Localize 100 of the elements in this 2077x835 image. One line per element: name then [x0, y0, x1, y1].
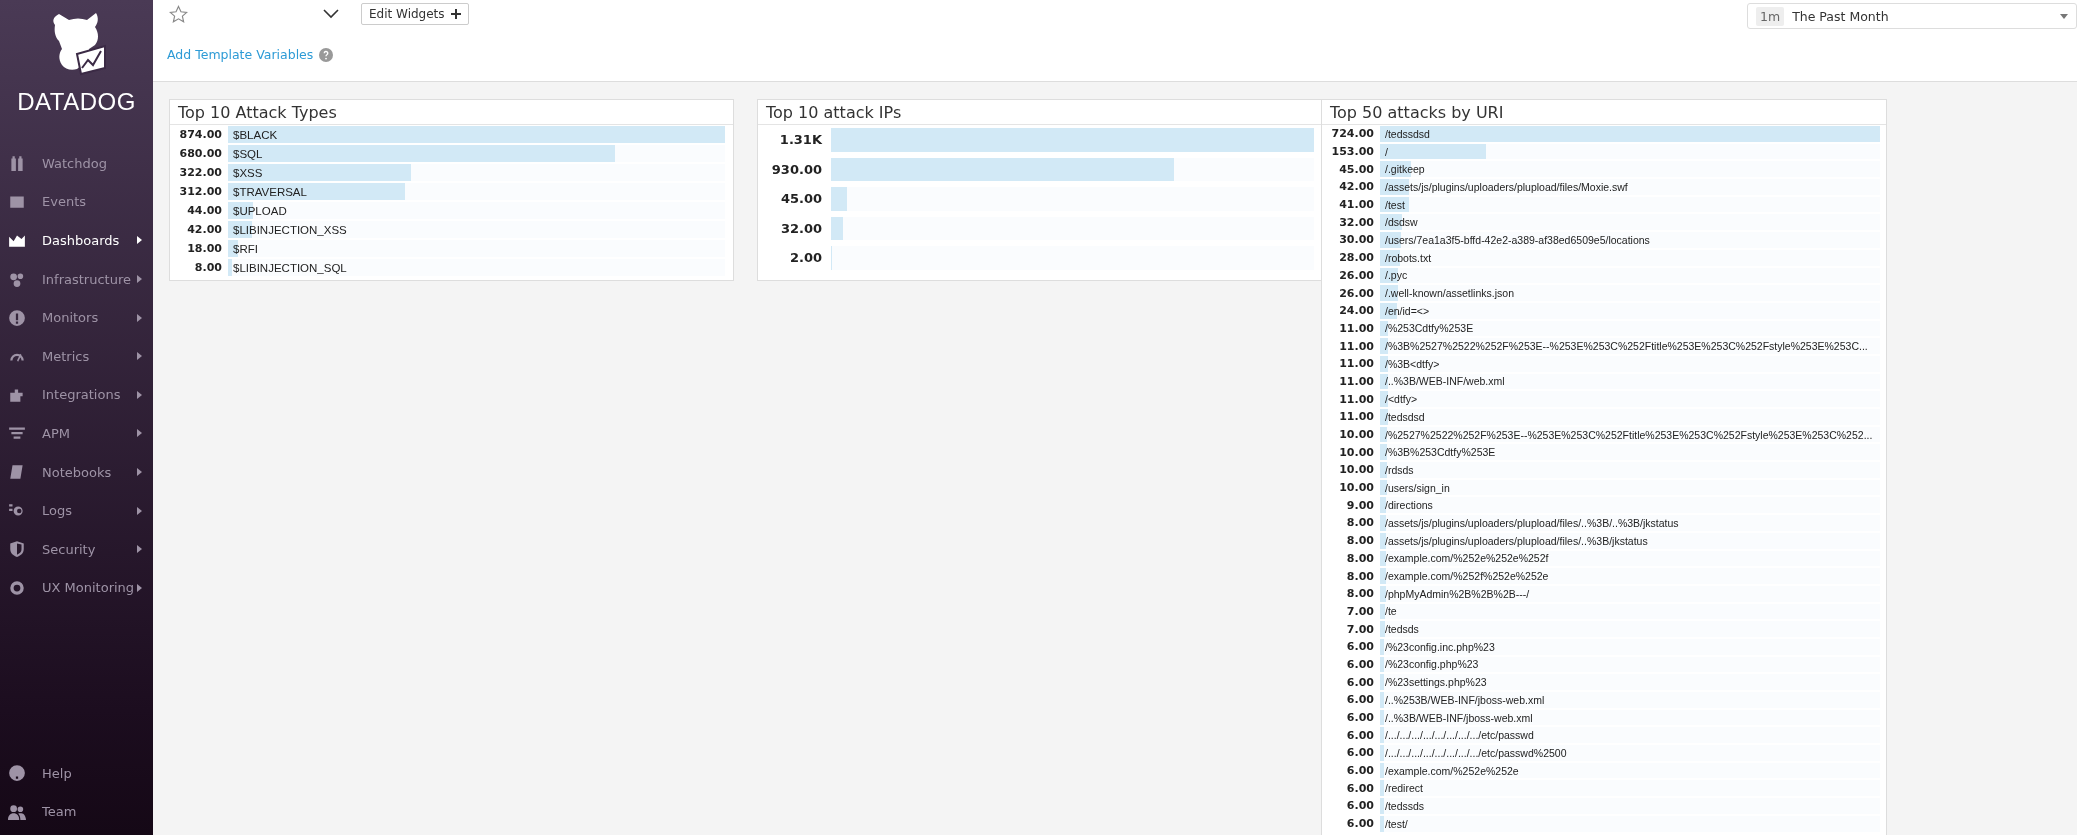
nav-item[interactable]: Help	[0, 753, 153, 793]
caret-right-icon	[137, 390, 143, 399]
value-label: 8.00	[1345, 516, 1375, 530]
plus-icon	[450, 9, 461, 19]
nav-item[interactable]: UX Monitoring	[0, 568, 153, 608]
help-icon[interactable]	[319, 47, 334, 62]
row-label: /%3B<dtfy>	[1384, 357, 1440, 370]
row-label: /users/sign_in	[1384, 481, 1450, 494]
value-label: 8.00	[1345, 587, 1375, 601]
value-label: 930.00	[770, 161, 823, 177]
value-label: 322.00	[178, 166, 223, 179]
value-label: 6.00	[1345, 675, 1375, 689]
row-label: $LIBINJECTION_XSS	[232, 223, 347, 236]
caret-right-icon	[137, 468, 143, 477]
star-icon[interactable]	[169, 4, 188, 24]
row-label: /example.com/%252f%252e%252e	[1384, 570, 1549, 583]
row-label: /%3B%253Cdtfy%253E	[1384, 446, 1496, 459]
row-label: /dsdsw	[1384, 216, 1418, 229]
row-label: $SQL	[232, 147, 263, 160]
row-label: $LIBINJECTION_SQL	[232, 261, 347, 274]
row-label: /%23config.inc.php%23	[1384, 640, 1495, 653]
caret-right-icon	[137, 275, 143, 284]
nav-item[interactable]: Notebooks	[0, 452, 153, 492]
row-label: /..%253B/WEB-INF/jboss-web.xml	[1384, 693, 1545, 706]
nav-item[interactable]: Watchdog	[0, 144, 153, 183]
edit-widgets-button[interactable]: Edit Widgets	[361, 3, 469, 25]
row-label: /assets/js/plugins/uploaders/plupload/files/..%3B/jkstatus	[1384, 534, 1648, 547]
nav-item[interactable]: Events	[0, 182, 153, 222]
value-label: 8.00	[1345, 534, 1375, 548]
widget-title: Top 10 Attack Types	[170, 100, 733, 125]
row-label: /%2527%2522%252F%253E--%253E%253C%252Ftitle%253E%253C%252Fstyle%253E%253C%252...	[1384, 428, 1873, 441]
caret-down-icon	[2060, 13, 2068, 19]
time-range-select[interactable]: 1m The Past Month	[1747, 3, 2077, 29]
value-label: 6.00	[1345, 693, 1375, 707]
row-label: $TRAVERSAL	[232, 185, 307, 198]
nav-item[interactable]: Logs	[0, 491, 153, 530]
value-label: 24.00	[1338, 304, 1375, 318]
nav-item[interactable]: APM	[0, 414, 153, 453]
row-label: /..%3B/WEB-INF/web.xml	[1384, 375, 1505, 388]
nav-item[interactable]: Infrastructure	[0, 259, 153, 299]
value-label: 680.00	[178, 147, 223, 160]
row-label: /users/7ea1a3f5-bffd-42e2-a389-af38ed6509e5/locations	[1384, 233, 1650, 246]
row-label: $UPLOAD	[232, 204, 287, 217]
row-label: /.../.../.../.../.../.../.../.../etc/passwd%2500	[1384, 746, 1567, 759]
value-label: 6.00	[1345, 746, 1375, 760]
nav-icon	[8, 308, 26, 327]
widget-title: Top 10 attack IPs	[758, 100, 1322, 125]
value-label: 10.00	[1338, 445, 1375, 459]
row-label: /example.com/%252e%252e	[1384, 764, 1519, 777]
row-label: /%23settings.php%23	[1384, 676, 1487, 689]
value-label: 874.00	[178, 128, 223, 141]
value-label: 44.00	[186, 204, 223, 217]
row-label: /en/id=<>	[1384, 304, 1430, 317]
nav-item[interactable]: Team	[0, 792, 153, 831]
value-label: 32.00	[779, 220, 823, 236]
value-label: 11.00	[1338, 410, 1375, 424]
row-label: /%3B%2527%2522%252F%253E--%253E%253C%252Ftitle%253E%253C%252Fstyle%253E%253C...	[1384, 340, 1868, 353]
nav-item[interactable]: Integrations	[0, 375, 153, 415]
nav-icon	[8, 802, 26, 821]
nav-item[interactable]: Metrics	[0, 336, 153, 376]
value-label: 2.00	[788, 250, 823, 266]
nav-icon	[8, 463, 26, 482]
value-label: 30.00	[1338, 233, 1375, 247]
value-label: 11.00	[1338, 392, 1375, 406]
value-label: 7.00	[1345, 622, 1375, 636]
value-label: 9.00	[1345, 498, 1375, 512]
value-label: 28.00	[1338, 251, 1375, 265]
add-template-variables-link[interactable]: Add Template Variables	[167, 47, 314, 62]
row-label: /phpMyAdmin%2B%2B%2B---/	[1384, 587, 1530, 600]
nav-icon	[8, 764, 26, 783]
value-label: 11.00	[1338, 321, 1375, 335]
value-label: 11.00	[1338, 339, 1375, 353]
value-label: 1.31K	[778, 132, 823, 148]
caret-right-icon	[137, 583, 143, 592]
caret-right-icon	[137, 313, 143, 322]
value-label: 26.00	[1338, 268, 1375, 282]
nav-icon	[8, 270, 26, 289]
row-label: /assets/js/plugins/uploaders/plupload/files/Moxie.swf	[1384, 180, 1628, 193]
nav-icon	[8, 154, 26, 173]
logo-text: DATADOG	[17, 88, 136, 116]
row-label: /assets/js/plugins/uploaders/plupload/files/..%3B/..%3B/jkstatus	[1384, 516, 1679, 529]
row-label: $RFI	[232, 242, 258, 255]
row-label: /%253Cdtfy%253E	[1384, 322, 1474, 335]
row-label: /..%3B/WEB-INF/jboss-web.xml	[1384, 711, 1533, 724]
row-label: /robots.txt	[1384, 251, 1432, 264]
value-label: 6.00	[1345, 640, 1375, 654]
row-label: /.pyc	[1384, 269, 1408, 282]
row-label: /tedsdsd	[1384, 410, 1425, 423]
nav-item[interactable]: Security	[0, 529, 153, 569]
row-label: /tedssdsd	[1384, 127, 1430, 140]
caret-right-icon	[137, 236, 143, 245]
row-label: /.gitkeep	[1384, 163, 1425, 176]
nav-icon	[8, 578, 26, 597]
value-label: 8.00	[1345, 551, 1375, 565]
nav-item[interactable]: Dashboards	[0, 221, 153, 260]
value-label: 8.00	[1345, 569, 1375, 583]
value-label: 10.00	[1338, 463, 1375, 477]
chevron-down-icon[interactable]	[323, 9, 339, 19]
row-label: /<dtfy>	[1384, 393, 1418, 406]
nav-item[interactable]: Monitors	[0, 298, 153, 337]
